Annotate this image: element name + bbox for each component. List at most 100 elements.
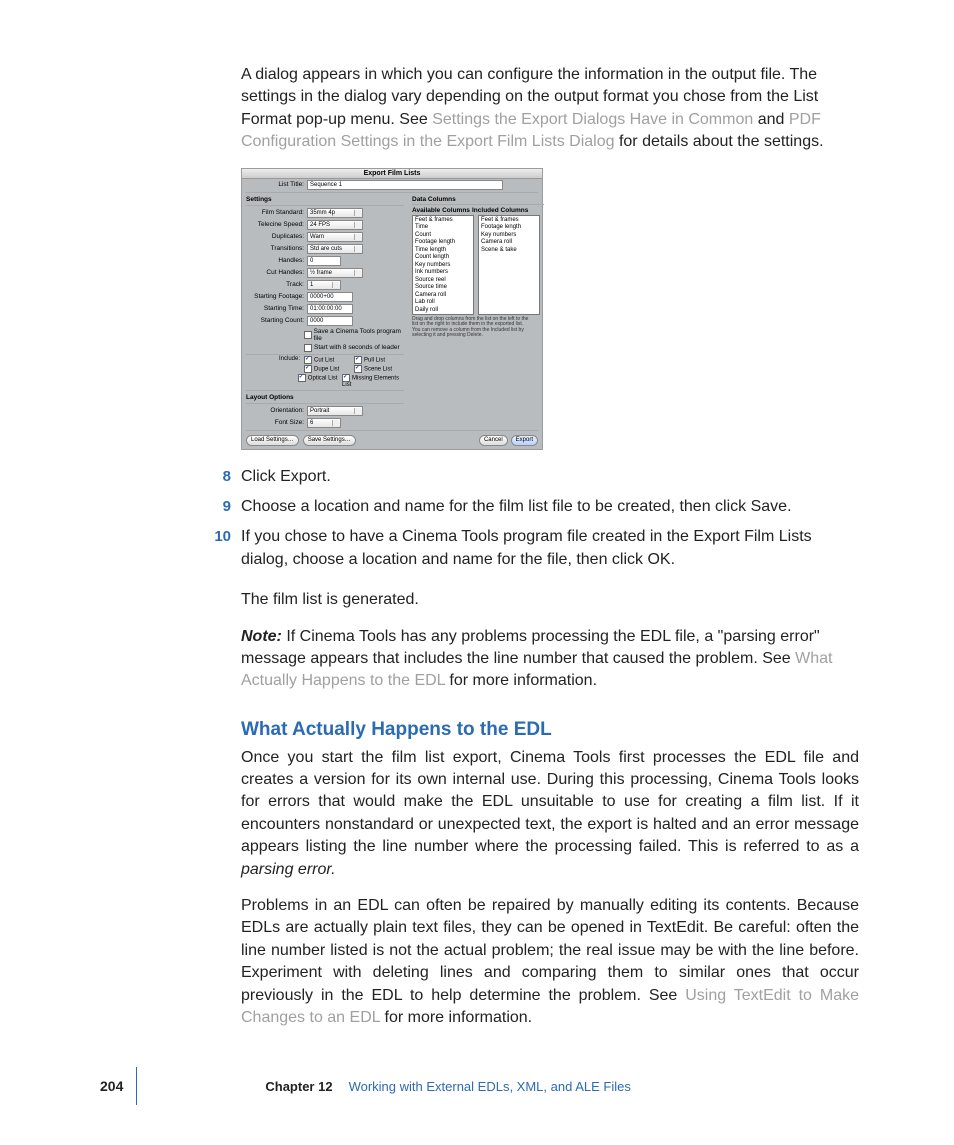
section-paragraph-2: Problems in an EDL can often be repaired… <box>241 895 859 1029</box>
handles-label: Handles: <box>246 257 307 264</box>
step-text: Choose a location and name for the film … <box>241 496 859 518</box>
text: for more information. <box>380 1009 532 1026</box>
optical-list-checkbox[interactable] <box>298 374 306 382</box>
list-item[interactable]: Time <box>415 224 471 232</box>
starting-footage-input[interactable]: 0000+00 <box>307 292 353 302</box>
film-standard-select[interactable]: 35mm 4p <box>307 208 363 218</box>
parsing-error-term: parsing error. <box>241 861 336 878</box>
list-item[interactable]: Daily roll <box>415 307 471 315</box>
note-paragraph: Note: If Cinema Tools has any problems p… <box>241 626 859 693</box>
data-columns-heading: Data Columns <box>412 196 544 204</box>
missing-list-label: Missing Elements List <box>342 375 399 387</box>
telecine-speed-select[interactable]: 24 FPS <box>307 220 363 230</box>
optical-list-label: Optical List <box>308 375 338 381</box>
page-footer: 204 Chapter 12 Working with External EDL… <box>100 1067 631 1105</box>
text: and <box>753 111 789 128</box>
handles-input[interactable]: 0 <box>307 256 341 266</box>
starting-count-input[interactable]: 0000 <box>307 316 353 326</box>
track-label: Track: <box>246 281 307 288</box>
cut-handles-label: Cut Handles: <box>246 269 307 276</box>
transitions-label: Transitions: <box>246 245 307 252</box>
load-settings-button[interactable]: Load Settings… <box>246 435 299 446</box>
list-item[interactable]: Clip name <box>415 314 471 315</box>
list-item[interactable]: Camera roll <box>481 239 537 247</box>
missing-list-checkbox[interactable] <box>342 374 350 382</box>
cut-list-checkbox[interactable] <box>304 356 312 364</box>
orientation-label: Orientation: <box>246 407 307 414</box>
list-item[interactable]: Lab roll <box>415 299 471 307</box>
list-item[interactable]: Time length <box>415 247 471 255</box>
list-item[interactable]: Source reel <box>415 277 471 285</box>
save-program-file-label: Save a Cinema Tools program file <box>314 328 404 342</box>
chapter-title: Working with External EDLs, XML, and ALE… <box>349 1079 631 1094</box>
list-item[interactable]: Footage length <box>481 224 537 232</box>
section-paragraph-1: Once you start the film list export, Cin… <box>241 747 859 881</box>
list-item[interactable]: Footage length <box>415 239 471 247</box>
list-title-input[interactable]: Sequence 1 <box>307 180 503 190</box>
dialog-title: Export Film Lists <box>242 169 542 179</box>
list-item[interactable]: Count <box>415 232 471 240</box>
intro-paragraph: A dialog appears in which you can config… <box>241 64 859 154</box>
text: for details about the settings. <box>615 133 824 150</box>
footer-divider <box>136 1067 137 1105</box>
list-item[interactable]: Source time <box>415 284 471 292</box>
dupe-list-label: Dupe List <box>314 366 339 372</box>
start-leader-checkbox[interactable] <box>304 344 312 352</box>
save-program-file-checkbox[interactable] <box>304 331 312 339</box>
included-columns-list[interactable]: Feet & framesFootage lengthKey numbersCa… <box>478 215 540 315</box>
track-select[interactable]: 1 <box>307 280 341 290</box>
list-item[interactable]: Camera roll <box>415 292 471 300</box>
starting-time-label: Starting Time: <box>246 305 307 312</box>
include-label: Include: <box>246 356 304 364</box>
step-number: 8 <box>203 466 241 488</box>
export-film-lists-dialog: Export Film Lists List Title: Sequence 1… <box>241 168 541 450</box>
link-common-settings[interactable]: Settings the Export Dialogs Have in Comm… <box>432 111 753 128</box>
layout-options-heading: Layout Options <box>242 392 408 402</box>
section-heading: What Actually Happens to the EDL <box>241 719 859 741</box>
scene-list-checkbox[interactable] <box>354 365 362 373</box>
list-item[interactable]: Key numbers <box>415 262 471 270</box>
list-title-label: List Title: <box>246 181 307 188</box>
list-item[interactable]: Key numbers <box>481 232 537 240</box>
font-size-label: Font Size: <box>246 419 307 426</box>
settings-heading: Settings <box>242 194 408 204</box>
starting-time-input[interactable]: 01:00:00:00 <box>307 304 353 314</box>
page-body: A dialog appears in which you can config… <box>241 64 859 1043</box>
step-text: If you chose to have a Cinema Tools prog… <box>241 526 859 571</box>
transitions-select[interactable]: Std are cuts <box>307 244 363 254</box>
available-columns-list[interactable]: Feet & framesTimeCountFootage lengthTime… <box>412 215 474 315</box>
film-standard-label: Film Standard: <box>246 209 307 216</box>
pull-list-label: Pull List <box>364 357 385 363</box>
list-item[interactable]: Count length <box>415 254 471 262</box>
save-settings-button[interactable]: Save Settings… <box>303 435 356 446</box>
starting-count-label: Starting Count: <box>246 317 307 324</box>
columns-hint: Drag and drop columns from the list on t… <box>412 317 532 339</box>
duplicates-label: Duplicates: <box>246 233 307 240</box>
page-number: 204 <box>100 1078 123 1094</box>
text: If Cinema Tools has any problems process… <box>241 628 820 667</box>
start-leader-label: Start with 8 seconds of leader <box>314 344 400 351</box>
starting-footage-label: Starting Footage: <box>246 293 307 300</box>
duplicates-select[interactable]: Warn <box>307 232 363 242</box>
list-item[interactable]: Scene & take <box>481 247 537 255</box>
step-number: 9 <box>203 496 241 518</box>
orientation-select[interactable]: Portrait <box>307 406 363 416</box>
included-columns-label: Included Columns <box>472 207 532 214</box>
available-columns-label: Available Columns <box>412 207 472 214</box>
list-item[interactable]: Ink numbers <box>415 269 471 277</box>
step-text: Click Export. <box>241 466 859 488</box>
generated-text: The film list is generated. <box>241 589 859 611</box>
font-size-select[interactable]: 6 <box>307 418 341 428</box>
cut-handles-select[interactable]: ½ frame <box>307 268 363 278</box>
chapter-label: Chapter 12 <box>265 1079 332 1094</box>
list-item[interactable]: Feet & frames <box>481 217 537 225</box>
export-button[interactable]: Export <box>511 435 538 446</box>
cancel-button[interactable]: Cancel <box>479 435 508 446</box>
step-number: 10 <box>203 526 241 571</box>
text: for more information. <box>445 672 597 689</box>
list-item[interactable]: Feet & frames <box>415 217 471 225</box>
cut-list-label: Cut List <box>314 357 334 363</box>
dupe-list-checkbox[interactable] <box>304 365 312 373</box>
telecine-speed-label: Telecine Speed: <box>246 221 307 228</box>
pull-list-checkbox[interactable] <box>354 356 362 364</box>
